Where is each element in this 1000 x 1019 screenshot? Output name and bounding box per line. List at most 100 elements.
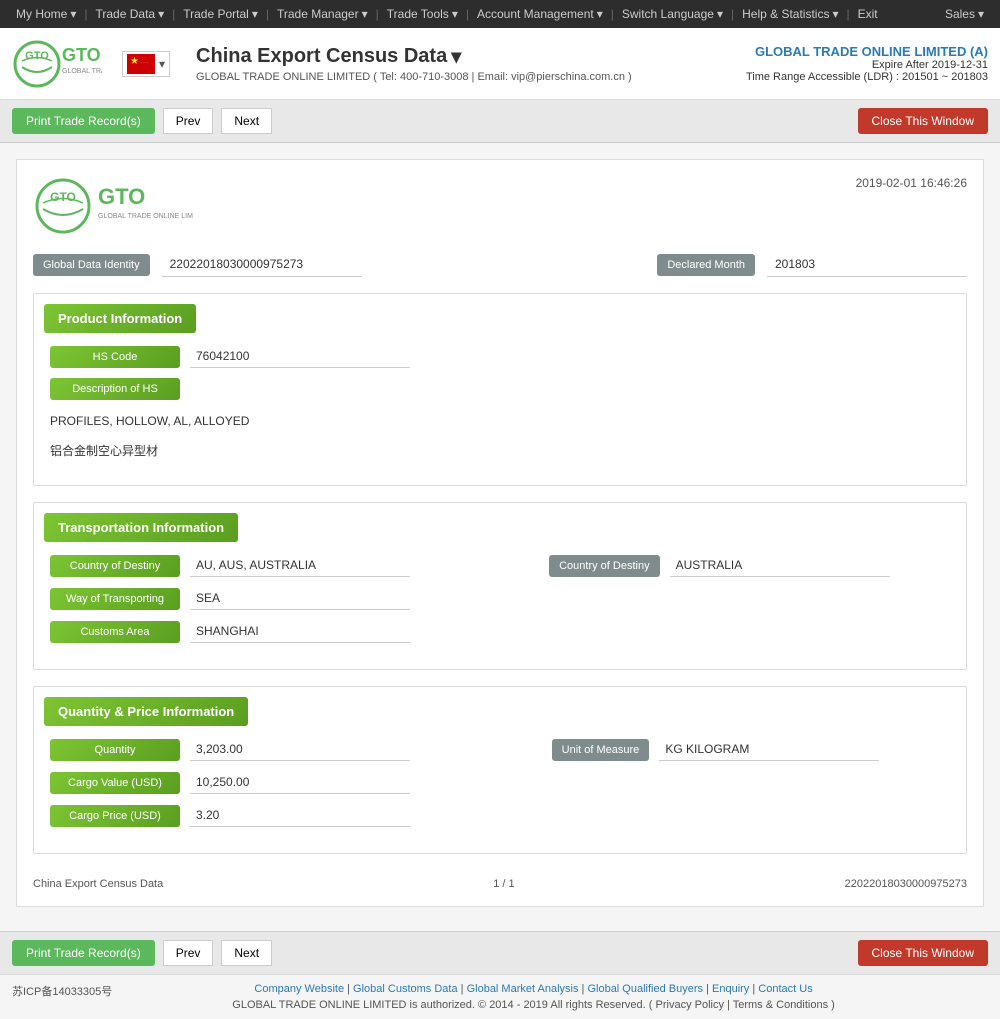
card-gto-logo: GTO GTO GLOBAL TRADE ONLINE LIMITED (33, 176, 193, 236)
hs-code-label: HS Code (50, 346, 180, 368)
hs-code-row: HS Code 76042100 (50, 345, 950, 368)
footer-company-website[interactable]: Company Website (254, 983, 344, 995)
cargo-value-value: 10,250.00 (190, 771, 410, 794)
bottom-action-bar: Print Trade Record(s) Prev Next Close Th… (0, 931, 1000, 974)
footer-global-qualified-buyers[interactable]: Global Qualified Buyers (587, 983, 703, 995)
way-of-transporting-label: Way of Transporting (50, 588, 180, 610)
expire-date: Expire After 2019-12-31 (746, 59, 988, 71)
footer-copyright: GLOBAL TRADE ONLINE LIMITED is authorize… (232, 999, 835, 1011)
quantity-label: Quantity (50, 739, 180, 761)
nav-sales[interactable]: Sales ▾ (937, 7, 992, 21)
close-button[interactable]: Close This Window (858, 108, 988, 134)
chevron-down-icon: ▾ (832, 7, 838, 21)
footer-enquiry[interactable]: Enquiry (712, 983, 749, 995)
nav-exit[interactable]: Exit (850, 7, 886, 21)
chevron-down-icon: ▾ (597, 7, 603, 21)
chevron-down-icon: ▾ (452, 7, 458, 21)
record-card: GTO GTO GLOBAL TRADE ONLINE LIMITED 2019… (16, 159, 984, 907)
cargo-price-value: 3.20 (190, 804, 410, 827)
nav-switch-language[interactable]: Switch Language ▾ (614, 7, 731, 21)
customs-area-label: Customs Area (50, 621, 180, 643)
cargo-value-row: Cargo Value (USD) 10,250.00 (50, 771, 950, 794)
footer-links: Company Website | Global Customs Data | … (232, 983, 835, 995)
quantity-value: 3,203.00 (190, 738, 410, 761)
prev-button[interactable]: Prev (163, 108, 214, 134)
way-of-transporting-value: SEA (190, 587, 410, 610)
chevron-down-icon: ▾ (70, 7, 76, 21)
footer-global-customs-data[interactable]: Global Customs Data (353, 983, 458, 995)
nav-trade-manager[interactable]: Trade Manager ▾ (269, 7, 376, 21)
footer-inner: Company Website | Global Customs Data | … (232, 983, 835, 1011)
icp-number: 苏ICP备14033305号 (12, 983, 112, 999)
product-info-body: HS Code 76042100 Description of HS PROFI… (34, 333, 966, 485)
top-action-bar: Print Trade Record(s) Prev Next Close Th… (0, 100, 1000, 143)
hs-code-value: 76042100 (190, 345, 410, 368)
dropdown-icon[interactable]: ▾ (451, 44, 461, 69)
country-of-destiny-label: Country of Destiny (50, 555, 180, 577)
quantity-info-section: Quantity & Price Information Quantity 3,… (33, 686, 967, 854)
svg-text:GLOBAL TRADE ONLINE LIMITED: GLOBAL TRADE ONLINE LIMITED (62, 68, 102, 75)
bottom-next-button[interactable]: Next (221, 940, 272, 966)
nav-help-statistics[interactable]: Help & Statistics ▾ (734, 7, 846, 21)
description-label: Description of HS (50, 378, 180, 400)
declared-month-value: 201803 (767, 252, 967, 277)
chevron-down-icon: ▾ (159, 57, 165, 71)
footer-center-text: 1 / 1 (493, 878, 514, 890)
customs-area-row: Customs Area SHANGHAI (50, 620, 950, 643)
chevron-down-icon: ▾ (158, 7, 164, 21)
country-of-destiny-value: AU, AUS, AUSTRALIA (190, 554, 410, 577)
unit-of-measure-label: Unit of Measure (552, 739, 650, 761)
product-info-title: Product Information (44, 304, 196, 333)
page-title: China Export Census Data ▾ (196, 44, 632, 69)
cargo-value-label: Cargo Value (USD) (50, 772, 180, 794)
date-range: Time Range Accessible (LDR) : 201501 ~ 2… (746, 71, 988, 83)
svg-text:GTO: GTO (98, 184, 145, 209)
transport-info-section: Transportation Information Country of De… (33, 502, 967, 670)
print-button[interactable]: Print Trade Record(s) (12, 108, 155, 134)
nav-trade-portal[interactable]: Trade Portal ▾ (175, 7, 266, 21)
main-content: GTO GTO GLOBAL TRADE ONLINE LIMITED 2019… (0, 143, 1000, 931)
nav-my-home[interactable]: My Home ▾ (8, 7, 84, 21)
unit-of-measure-value: KG KILOGRAM (659, 738, 879, 761)
quantity-info-title: Quantity & Price Information (44, 697, 248, 726)
card-header: GTO GTO GLOBAL TRADE ONLINE LIMITED 2019… (33, 176, 967, 236)
global-data-identity-value: 22022018030000975273 (162, 252, 362, 277)
footer-row: 苏ICP备14033305号 Company Website | Global … (12, 983, 988, 1011)
nav-account-management[interactable]: Account Management ▾ (469, 7, 611, 21)
transport-info-body: Country of Destiny AU, AUS, AUSTRALIA Co… (34, 542, 966, 669)
country-of-destiny-row: Country of Destiny AU, AUS, AUSTRALIA Co… (50, 554, 950, 577)
header-title-area: China Export Census Data ▾ GLOBAL TRADE … (196, 44, 632, 83)
description-value-1: PROFILES, HOLLOW, AL, ALLOYED (50, 410, 950, 432)
flag-selector[interactable]: ▾ (122, 51, 170, 77)
way-of-transporting-row: Way of Transporting SEA (50, 587, 950, 610)
quantity-row: Quantity 3,203.00 Unit of Measure KG KIL… (50, 738, 950, 761)
chevron-down-icon: ▾ (252, 7, 258, 21)
header-right: GLOBAL TRADE ONLINE LIMITED (A) Expire A… (746, 44, 988, 83)
header-subtitle: GLOBAL TRADE ONLINE LIMITED ( Tel: 400-7… (196, 71, 632, 83)
chevron-down-icon: ▾ (362, 7, 368, 21)
next-button[interactable]: Next (221, 108, 272, 134)
svg-text:GTO: GTO (62, 45, 101, 65)
country-of-destiny2-value: AUSTRALIA (670, 554, 890, 577)
bottom-prev-button[interactable]: Prev (163, 940, 214, 966)
top-navigation: My Home ▾ | Trade Data ▾ | Trade Portal … (0, 0, 1000, 28)
logo-area: GTO GTO GLOBAL TRADE ONLINE LIMITED ▾ Ch… (12, 39, 632, 89)
global-data-identity-label: Global Data Identity (33, 254, 150, 276)
description-label-row: Description of HS (50, 378, 950, 400)
declared-month-label: Declared Month (657, 254, 755, 276)
cargo-price-row: Cargo Price (USD) 3.20 (50, 804, 950, 827)
footer-contact-us[interactable]: Contact Us (758, 983, 812, 995)
bottom-print-button[interactable]: Print Trade Record(s) (12, 940, 155, 966)
country-of-destiny2-label: Country of Destiny (549, 555, 659, 577)
bottom-close-button[interactable]: Close This Window (858, 940, 988, 966)
svg-text:GLOBAL TRADE ONLINE LIMITED: GLOBAL TRADE ONLINE LIMITED (98, 213, 193, 220)
product-info-section: Product Information HS Code 76042100 Des… (33, 293, 967, 486)
footer-right-text: 22022018030000975273 (845, 878, 967, 890)
nav-trade-data[interactable]: Trade Data ▾ (88, 7, 173, 21)
customs-area-value: SHANGHAI (190, 620, 410, 643)
chevron-down-icon: ▾ (717, 7, 723, 21)
footer-global-market-analysis[interactable]: Global Market Analysis (467, 983, 579, 995)
china-flag-icon (127, 54, 155, 74)
site-footer: 苏ICP备14033305号 Company Website | Global … (0, 974, 1000, 1019)
nav-trade-tools[interactable]: Trade Tools ▾ (379, 7, 466, 21)
